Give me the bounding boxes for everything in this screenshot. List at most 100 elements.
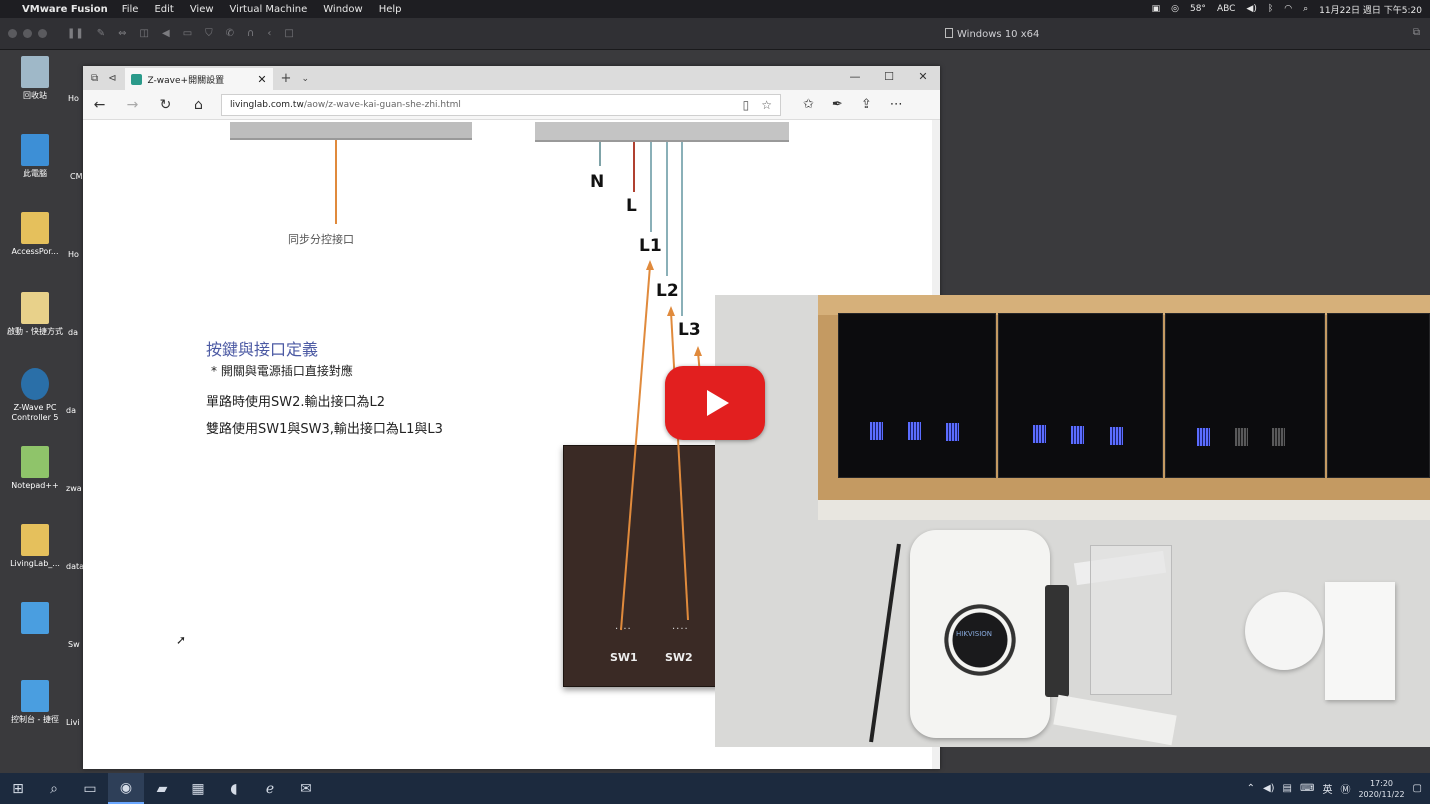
menu-help[interactable]: Help — [379, 4, 402, 15]
set-aside-icon[interactable]: ⊲ — [108, 73, 116, 84]
window-close-dot[interactable] — [8, 29, 17, 38]
record-icon[interactable]: ▣ — [1152, 4, 1161, 14]
square-icon[interactable]: □ — [284, 28, 293, 39]
volume-icon[interactable]: ◀) — [1246, 4, 1256, 14]
pen-icon[interactable]: ✒ — [832, 97, 843, 112]
chevron-down-icon[interactable]: ⌄ — [301, 74, 309, 90]
desktop-icon-this-pc[interactable]: 此電腦 — [4, 134, 66, 179]
taskbar-clock[interactable]: 17:20 2020/11/22 — [1358, 778, 1404, 800]
mail-icon[interactable]: ✉ — [288, 773, 324, 804]
video-frame[interactable]: HIKVISION — [715, 295, 1430, 747]
shield-icon[interactable]: ⛉ — [205, 28, 213, 39]
led-indicator — [1197, 428, 1210, 446]
windows-taskbar: ⊞ ⌕ ▭ ◉ ▰ ▦ ◖ ℯ ✉ ⌃ ◀) ▤ ⌨ 英 Ⓜ 17:20 202… — [0, 773, 1430, 804]
desktop-icon-zwave-pc-controller[interactable]: Z-Wave PC Controller 5 — [4, 368, 66, 423]
desktop-icon-partial[interactable]: da — [68, 328, 78, 337]
forward-icon[interactable]: → — [116, 97, 149, 113]
tray-network-icon[interactable]: ▤ — [1283, 783, 1292, 794]
shelf — [818, 500, 1430, 520]
share-icon[interactable]: ⇪ — [861, 97, 872, 112]
window-controls: — ☐ ✕ — [838, 66, 940, 88]
tab-groups-icon[interactable]: ⧉ — [91, 73, 98, 84]
play-button[interactable] — [665, 366, 765, 440]
notification-icon[interactable]: ▢ — [1413, 783, 1422, 794]
bluetooth-icon[interactable]: ᛒ — [1268, 4, 1273, 14]
edge-taskbar-icon[interactable]: ◉ — [108, 773, 144, 804]
weather-temp[interactable]: 58° — [1190, 4, 1206, 14]
desktop-icon-partial[interactable]: data — [66, 562, 84, 571]
menu-window[interactable]: Window — [323, 4, 362, 15]
wechat-icon[interactable]: ◎ — [1171, 4, 1179, 14]
tray-ime[interactable]: 英 — [1322, 781, 1332, 796]
favorites-icon[interactable]: ✩ — [803, 97, 814, 112]
speaker-icon[interactable]: ◀ — [162, 28, 170, 39]
address-bar[interactable]: livinglab.com.tw/aow/z-wave-kai-guan-she… — [221, 93, 781, 116]
desktop-icon-shortcut[interactable]: 啟動 - 快捷方式 — [4, 292, 66, 337]
desktop-icon-accessport[interactable]: AccessPor... — [4, 212, 66, 257]
desktop-icon-recycle-bin[interactable]: 回收站 — [4, 56, 66, 101]
desktop-icon-control-panel[interactable]: 控制台 - 捷徑 — [4, 680, 66, 725]
new-tab-icon[interactable]: + — [281, 71, 292, 90]
hub-brand: HIKVISION — [956, 630, 993, 638]
desktop-icon-partial[interactable]: Ho — [68, 94, 79, 103]
tray-keyboard-icon[interactable]: ⌨ — [1300, 783, 1314, 794]
desktop-icon-partial[interactable]: Ho — [68, 250, 79, 259]
control-panel-icon — [21, 680, 49, 712]
input-source[interactable]: ABC — [1217, 4, 1235, 14]
menu-clock[interactable]: 11月22日 週日 下午5:20 — [1319, 3, 1422, 16]
desktop-icon-label: 此電腦 — [23, 169, 47, 178]
tray-volume-icon[interactable]: ◀) — [1263, 783, 1275, 794]
task-view-icon[interactable]: ▭ — [72, 773, 108, 804]
home-icon[interactable]: ⌂ — [182, 97, 215, 113]
store-icon[interactable]: ▦ — [180, 773, 216, 804]
folder-icon — [21, 212, 49, 244]
desktop-icon-notepadpp[interactable]: Notepad++ — [4, 446, 66, 491]
arrows-icon[interactable]: ⇔ — [118, 28, 126, 39]
menu-view[interactable]: View — [190, 4, 214, 15]
close-icon[interactable]: ✕ — [906, 66, 940, 88]
switch-glass-2 — [998, 313, 1163, 478]
file-explorer-icon[interactable]: ▰ — [144, 773, 180, 804]
tab-zwave-switch[interactable]: Z-wave+開關設置 ✕ — [124, 68, 273, 90]
desktop-icon-partial[interactable]: Sw — [68, 640, 80, 649]
wifi-icon[interactable]: ◠ — [1284, 4, 1292, 14]
desktop-icon-label: Notepad++ — [11, 481, 59, 490]
close-tab-icon[interactable]: ✕ — [257, 73, 266, 86]
phone-icon[interactable]: ✆ — [226, 28, 234, 39]
pause-icon[interactable]: ❚❚ — [67, 28, 84, 39]
menu-file[interactable]: File — [122, 4, 139, 15]
search-icon[interactable]: ⌕ — [1303, 4, 1308, 14]
minimize-icon[interactable]: — — [838, 66, 872, 88]
menu-virtual-machine[interactable]: Virtual Machine — [230, 4, 308, 15]
maximize-icon[interactable]: ☐ — [872, 66, 906, 88]
zwave-icon — [21, 368, 49, 400]
desktop-icon-livinglab[interactable]: LivingLab_... — [4, 524, 66, 569]
app-name[interactable]: VMware Fusion — [22, 4, 108, 15]
copy-icon[interactable]: ⧉ — [1413, 27, 1420, 38]
back-icon[interactable]: ← — [83, 97, 116, 113]
refresh-icon[interactable]: ↻ — [149, 97, 182, 113]
window-minimize-dot[interactable] — [23, 29, 32, 38]
desktop-icon-partial[interactable]: da — [66, 406, 76, 415]
search-icon[interactable]: ⌕ — [36, 773, 72, 804]
desktop-icon-partial[interactable]: zwa — [66, 484, 82, 493]
desktop-icon-partial[interactable]: Livi — [66, 718, 80, 727]
desktop-icon-app[interactable] — [4, 602, 66, 637]
ie-icon[interactable]: ℯ — [252, 773, 288, 804]
back-icon[interactable]: ‹ — [267, 28, 271, 39]
menu-edit[interactable]: Edit — [154, 4, 173, 15]
zwave-taskbar-icon[interactable]: ◖ — [216, 773, 252, 804]
tray-m-icon[interactable]: Ⓜ — [1340, 781, 1350, 796]
desktop-icon-partial[interactable]: CM — [70, 172, 83, 181]
reading-view-icon[interactable]: ▯ — [743, 98, 750, 112]
camera-icon[interactable]: ▭ — [183, 28, 192, 39]
more-icon[interactable]: ⋯ — [890, 97, 903, 112]
start-icon[interactable]: ⊞ — [0, 773, 36, 804]
window-zoom-dot[interactable] — [38, 29, 47, 38]
wrench-icon[interactable]: ✎ — [97, 28, 105, 39]
favorite-star-icon[interactable]: ☆ — [761, 98, 772, 112]
vm-title: Windows 10 x64 — [945, 28, 1039, 40]
headset-icon[interactable]: ∩ — [247, 28, 254, 39]
drive-icon[interactable]: ◫ — [140, 28, 149, 39]
tray-chevron-icon[interactable]: ⌃ — [1247, 783, 1255, 794]
